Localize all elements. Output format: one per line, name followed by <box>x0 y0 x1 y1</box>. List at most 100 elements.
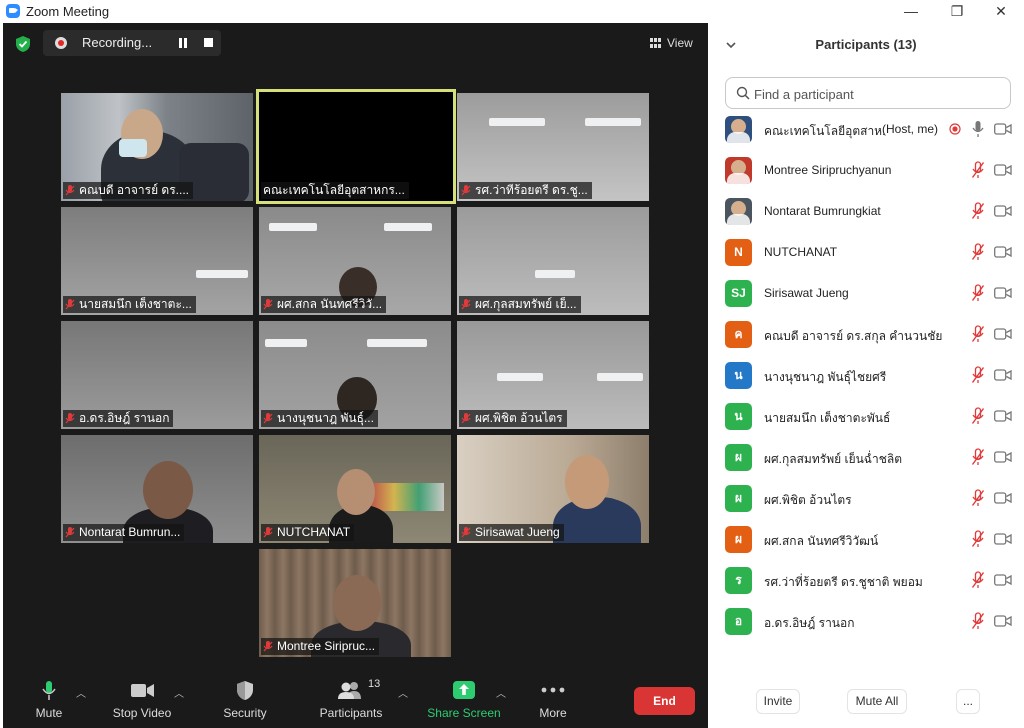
video-camera-icon[interactable] <box>994 615 1012 627</box>
grid-view-icon <box>650 38 661 48</box>
security-button[interactable]: Security <box>217 675 273 728</box>
participants-icon <box>338 682 361 699</box>
video-tile[interactable]: คณบดี อาจารย์ ดร.... <box>61 93 253 201</box>
microphone-icon[interactable] <box>971 120 985 138</box>
participant-search-box[interactable] <box>725 77 1011 109</box>
video-tile[interactable]: นายสมนึก เต็งชาตะ... <box>61 207 253 315</box>
avatar-initials: อ <box>734 614 743 628</box>
mute-button[interactable]: Mute <box>27 675 71 728</box>
video-tile[interactable]: Sirisawat Jueng <box>457 435 649 543</box>
video-camera-icon[interactable] <box>994 574 1012 586</box>
participant-row[interactable]: น นายสมนึก เต็งชาตะพันธ์ <box>708 398 1024 439</box>
panel-more-button[interactable]: ... <box>956 689 980 714</box>
participant-row[interactable]: คณะเทคโนโลยีอุตสาห... (Host, me) <box>708 111 1024 152</box>
invite-button[interactable]: Invite <box>756 689 800 714</box>
video-tile[interactable]: ผศ.สกล นันทศรีวิวั... <box>259 207 451 315</box>
video-camera-icon[interactable] <box>994 164 1012 176</box>
muted-mic-icon[interactable] <box>971 161 985 179</box>
audio-options-caret-icon[interactable]: ︿ <box>76 685 86 700</box>
muted-mic-icon[interactable] <box>971 612 985 630</box>
share-screen-button[interactable]: Share Screen <box>423 675 505 728</box>
video-camera-icon[interactable] <box>994 451 1012 463</box>
participant-name: คณะเทคโนโลยีอุตสาห... <box>764 124 884 138</box>
participants-options-caret-icon[interactable]: ︿ <box>398 685 408 700</box>
avatar-initials: ผ <box>734 450 743 464</box>
participant-row[interactable]: ผ ผศ.สกล นันทศรีวิวัฒน์ <box>708 521 1024 562</box>
video-camera-icon[interactable] <box>994 533 1012 545</box>
share-options-caret-icon[interactable]: ︿ <box>496 685 506 700</box>
muted-mic-icon[interactable] <box>971 530 985 548</box>
muted-mic-icon <box>65 527 75 538</box>
participant-row[interactable]: Montree Siripruchyanun <box>708 152 1024 193</box>
participant-row[interactable]: ร รศ.ว่าที่ร้อยตรี ดร.ชูชาติ พยอม <box>708 562 1024 603</box>
microphone-icon <box>42 681 56 700</box>
view-button[interactable]: View <box>645 32 699 54</box>
video-tile[interactable]: รศ.ว่าที่ร้อยตรี ดร.ชู... <box>457 93 649 201</box>
video-tile[interactable]: NUTCHANAT <box>259 435 451 543</box>
participant-name: รศ.ว่าที่ร้อยตรี ดร.ชูชาติ พยอม <box>764 575 923 589</box>
participant-row[interactable]: N NUTCHANAT <box>708 234 1024 275</box>
video-tile[interactable]: นางนุชนาฎ พันธุ์... <box>259 321 451 429</box>
video-camera-icon[interactable] <box>994 246 1012 258</box>
stop-recording-icon[interactable] <box>204 38 213 47</box>
end-meeting-button[interactable]: End <box>634 687 695 715</box>
muted-mic-icon[interactable] <box>971 325 985 343</box>
mute-all-button[interactable]: Mute All <box>847 689 907 714</box>
video-camera-icon[interactable] <box>994 123 1012 135</box>
video-camera-icon[interactable] <box>994 410 1012 422</box>
participant-row[interactable]: น นางนุชนาฎ พันธุ์ไชยศรี <box>708 357 1024 398</box>
muted-mic-icon[interactable] <box>971 202 985 220</box>
participants-button[interactable]: 13 Participants <box>311 675 391 728</box>
muted-mic-icon[interactable] <box>971 571 985 589</box>
video-tile[interactable]: ผศ.กุลสมทรัพย์ เย็... <box>457 207 649 315</box>
security-shield-icon[interactable] <box>15 35 31 53</box>
more-button[interactable]: More <box>531 675 575 728</box>
pause-recording-icon[interactable] <box>178 38 188 48</box>
video-camera-icon[interactable] <box>994 205 1012 217</box>
stop-video-button[interactable]: Stop Video <box>107 675 177 728</box>
panel-title: Participants (13) <box>815 37 917 52</box>
avatar-initials: ผ <box>734 532 743 546</box>
participant-row[interactable]: ผ ผศ.กุลสมทรัพย์ เย็นฉ่ำชลิต <box>708 439 1024 480</box>
close-button[interactable]: ✕ <box>978 0 1024 23</box>
muted-mic-icon <box>461 185 471 196</box>
video-tile[interactable]: Nontarat Bumrun... <box>61 435 253 543</box>
participant-avatar: N <box>725 239 752 266</box>
video-tile[interactable]: ผศ.พิชิต อ้วนไตร <box>457 321 649 429</box>
tile-name-tag: นายสมนึก เต็งชาตะ... <box>63 296 196 313</box>
video-options-caret-icon[interactable]: ︿ <box>174 685 184 700</box>
participant-row[interactable]: SJ Sirisawat Jueng <box>708 275 1024 316</box>
video-camera-icon[interactable] <box>994 287 1012 299</box>
avatar-initials: น <box>734 409 743 423</box>
video-tile[interactable]: อ.ดร.อิษฎ์ รานอก <box>61 321 253 429</box>
muted-mic-icon[interactable] <box>971 407 985 425</box>
maximize-button[interactable]: ❐ <box>934 0 980 23</box>
participant-row[interactable]: ผ ผศ.พิชิต อ้วนไตร <box>708 480 1024 521</box>
participant-avatar: ค <box>725 321 752 348</box>
muted-mic-icon[interactable] <box>971 366 985 384</box>
video-camera-icon[interactable] <box>994 369 1012 381</box>
tile-name: นางนุชนาฎ พันธุ์... <box>277 411 374 425</box>
muted-mic-icon[interactable] <box>971 284 985 302</box>
muted-mic-icon[interactable] <box>971 448 985 466</box>
muted-mic-icon <box>65 185 75 196</box>
participant-search-input[interactable] <box>754 85 1004 103</box>
participant-row[interactable]: Nontarat Bumrungkiat <box>708 193 1024 234</box>
video-tile[interactable]: Montree Siripruc... <box>259 549 451 657</box>
muted-mic-icon[interactable] <box>971 243 985 261</box>
tile-name-tag: ผศ.สกล นันทศรีวิวั... <box>261 296 387 313</box>
participant-row[interactable]: อ อ.ดร.อิษฎ์ รานอก <box>708 603 1024 644</box>
participant-name: Montree Siripruchyanun <box>764 163 892 177</box>
video-camera-icon[interactable] <box>994 328 1012 340</box>
muted-mic-icon[interactable] <box>971 489 985 507</box>
participant-row[interactable]: ค คณบดี อาจารย์ ดร.สกุล คำนวนชัย <box>708 316 1024 357</box>
tile-name-tag: Montree Siripruc... <box>261 638 380 655</box>
participant-avatar: น <box>725 362 752 389</box>
minimize-button[interactable]: — <box>888 0 934 23</box>
video-camera-icon[interactable] <box>994 492 1012 504</box>
avatar-initials: SJ <box>731 286 746 300</box>
video-tile-active-speaker[interactable]: คณะเทคโนโลยีอุตสาหกร... <box>256 89 456 204</box>
tile-name: Nontarat Bumrun... <box>79 525 181 539</box>
tile-name-tag: ผศ.กุลสมทรัพย์ เย็... <box>459 296 581 313</box>
muted-mic-icon <box>461 299 471 310</box>
